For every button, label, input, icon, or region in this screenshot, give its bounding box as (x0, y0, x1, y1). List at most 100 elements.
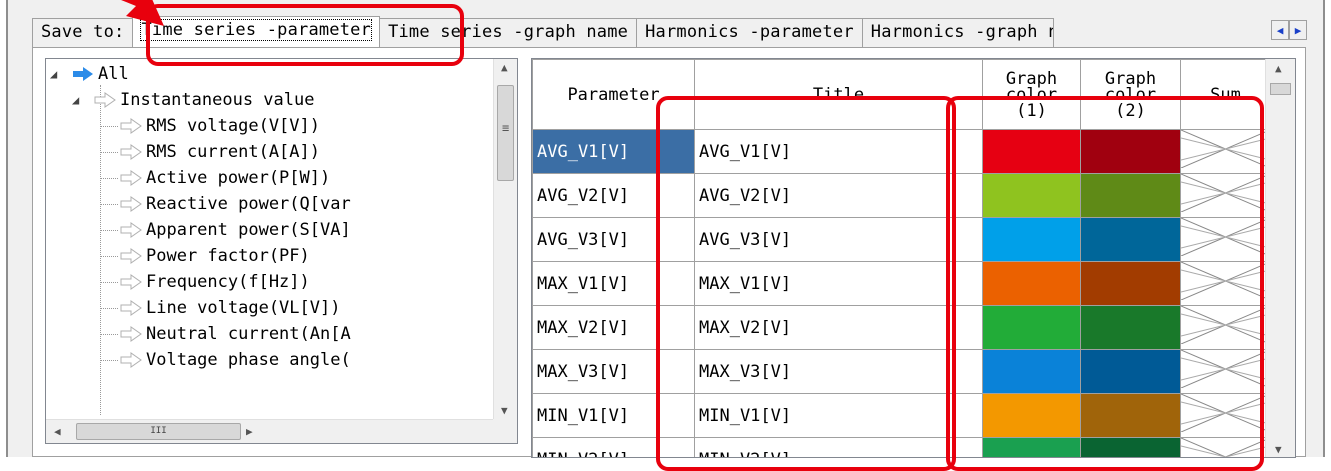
tree-vertical-scrollbar[interactable]: ▲ ≡ ▼ (493, 59, 517, 419)
parameter-grid[interactable]: Parameter Title Graph color (1) Graph co… (531, 58, 1296, 458)
graph-color-2-cell[interactable] (1080, 349, 1181, 394)
graph-color-1-cell[interactable] (982, 437, 1081, 457)
sum-cell[interactable] (1180, 217, 1271, 262)
table-row[interactable]: AVG_V2[V] AVG_V2[V] (532, 173, 1271, 218)
tree-node-item[interactable]: Reactive power(Q[var (100, 191, 351, 217)
tree-node-item[interactable]: RMS voltage(V[V]) (100, 113, 320, 139)
graph-color-2-cell[interactable] (1080, 217, 1181, 262)
graph-color-1-cell[interactable] (982, 349, 1081, 394)
parameter-cell[interactable]: AVG_V1[V] (532, 129, 695, 174)
tree-node-item[interactable]: Apparent power(S[VA] (100, 217, 351, 243)
table-row[interactable]: MAX_V2[V] MAX_V2[V] (532, 305, 1271, 350)
title-cell[interactable]: AVG_V2[V] (694, 173, 983, 218)
sum-cell[interactable] (1180, 305, 1271, 350)
title-cell[interactable]: MAX_V3[V] (694, 349, 983, 394)
title-cell[interactable]: MAX_V2[V] (694, 305, 983, 350)
graph-color-1-cell[interactable] (982, 129, 1081, 174)
tree-node-item[interactable]: Active power(P[W]) (100, 165, 330, 191)
graph-color-1-cell[interactable] (982, 173, 1081, 218)
tree-connector (100, 359, 118, 361)
parameter-tree[interactable]: ◢ All ◢ Instantaneous value RMS voltage(… (45, 58, 518, 444)
title-cell[interactable]: MIN_V1[V] (694, 393, 983, 438)
tree-connector (100, 151, 118, 153)
table-row[interactable]: MIN_V2[V]MIN_V2[V] (532, 437, 1271, 457)
sum-cell[interactable] (1180, 437, 1271, 457)
tree-node-all[interactable]: ◢ All (50, 61, 129, 87)
scroll-up-icon[interactable]: ▲ (1275, 62, 1282, 75)
tab-scroll-right-button[interactable]: ▶ (1289, 20, 1307, 40)
sum-disabled-icon (1181, 218, 1270, 257)
table-row[interactable]: MAX_V3[V] MAX_V3[V] (532, 349, 1271, 394)
tree-node-item[interactable]: Frequency(f[Hz]) (100, 269, 310, 295)
collapse-icon[interactable]: ◢ (50, 67, 72, 81)
tree-horizontal-scrollbar[interactable]: ◀ III ▶ (46, 419, 495, 443)
tree-connector (100, 177, 118, 179)
parameter-cell[interactable]: MIN_V1[V] (532, 393, 695, 438)
scroll-right-icon[interactable]: ▶ (246, 425, 253, 438)
sum-disabled-icon (1181, 130, 1270, 169)
title-cell[interactable]: MIN_V2[V] (694, 437, 983, 457)
tree-node-item[interactable]: Neutral current(An[A (100, 321, 351, 347)
tab-time-series-graph-name[interactable]: Time series -graph name (379, 18, 638, 48)
scroll-up-icon[interactable]: ▲ (501, 61, 508, 74)
title-cell[interactable]: AVG_V1[V] (694, 129, 983, 174)
header-label: Graph color (2) (1104, 68, 1157, 121)
graph-color-2-cell[interactable] (1080, 437, 1181, 457)
tree-node-item[interactable]: Power factor(PF) (100, 243, 310, 269)
tree-node-item[interactable]: Voltage phase angle( (100, 347, 351, 373)
grip-icon: ≡ (502, 121, 510, 135)
parameter-cell[interactable]: AVG_V3[V] (532, 217, 695, 262)
parameter-cell[interactable]: AVG_V2[V] (532, 173, 695, 218)
arrow-icon (120, 144, 146, 160)
scroll-down-icon[interactable]: ▼ (1275, 443, 1282, 456)
table-row[interactable]: AVG_V1[V] AVG_V1[V] (532, 129, 1271, 174)
graph-color-1-cell[interactable] (982, 393, 1081, 438)
sum-cell[interactable] (1180, 173, 1271, 218)
graph-color-1-cell[interactable] (982, 217, 1081, 262)
graph-color-2-cell[interactable] (1080, 305, 1181, 350)
column-header-color2[interactable]: Graph color (2) (1080, 59, 1181, 130)
sum-disabled-icon (1181, 306, 1270, 345)
parameter-cell[interactable]: MAX_V3[V] (532, 349, 695, 394)
sum-cell[interactable] (1180, 261, 1271, 306)
scroll-thumb[interactable]: III (76, 423, 241, 440)
arrow-icon (120, 274, 146, 290)
tab-harmonics-parameter[interactable]: Harmonics -parameter (636, 18, 863, 48)
parameter-cell[interactable]: MAX_V1[V] (532, 261, 695, 306)
tree-node-item[interactable]: Line voltage(VL[V]) (100, 295, 340, 321)
table-row[interactable]: MIN_V1[V] MIN_V1[V] (532, 393, 1271, 438)
column-header-color1[interactable]: Graph color (1) (982, 59, 1081, 130)
graph-color-1-cell[interactable] (982, 261, 1081, 306)
table-row[interactable]: AVG_V3[V] AVG_V3[V] (532, 217, 1271, 262)
parameter-cell[interactable]: MIN_V2[V] (532, 437, 695, 457)
arrow-icon (120, 222, 146, 238)
sum-cell[interactable] (1180, 393, 1271, 438)
tab-scroll-left-button[interactable]: ◀ (1271, 20, 1289, 40)
tree-node-instantaneous[interactable]: ◢ Instantaneous value (72, 87, 314, 113)
sum-cell[interactable] (1180, 349, 1271, 394)
tree-node-item[interactable]: RMS current(A[A]) (100, 139, 320, 165)
table-row[interactable]: MAX_V1[V] MAX_V1[V] (532, 261, 1271, 306)
collapse-icon[interactable]: ◢ (72, 93, 94, 107)
column-header-title[interactable]: Title (694, 59, 983, 130)
title-cell[interactable]: MAX_V1[V] (694, 261, 983, 306)
scroll-thumb[interactable] (1270, 83, 1291, 95)
graph-color-2-cell[interactable] (1080, 173, 1181, 218)
column-header-sum[interactable]: Sum (1180, 59, 1271, 130)
tree-connector (100, 281, 118, 283)
graph-color-2-cell[interactable] (1080, 261, 1181, 306)
tab-harmonics-graph-name[interactable]: Harmonics -graph n (861, 18, 1054, 48)
tree-connector (100, 229, 118, 231)
tree-node-label: Neutral current(An[A (146, 324, 351, 344)
grid-vertical-scrollbar[interactable]: ▲ ▼ (1265, 59, 1295, 457)
tab-time-series-parameter[interactable]: Time series -parameter (132, 16, 381, 48)
graph-color-1-cell[interactable] (982, 305, 1081, 350)
column-header-parameter[interactable]: Parameter (532, 59, 695, 130)
scroll-down-icon[interactable]: ▼ (501, 404, 508, 417)
scroll-left-icon[interactable]: ◀ (54, 425, 61, 438)
graph-color-2-cell[interactable] (1080, 393, 1181, 438)
sum-cell[interactable] (1180, 129, 1271, 174)
graph-color-2-cell[interactable] (1080, 129, 1181, 174)
title-cell[interactable]: AVG_V3[V] (694, 217, 983, 262)
parameter-cell[interactable]: MAX_V2[V] (532, 305, 695, 350)
